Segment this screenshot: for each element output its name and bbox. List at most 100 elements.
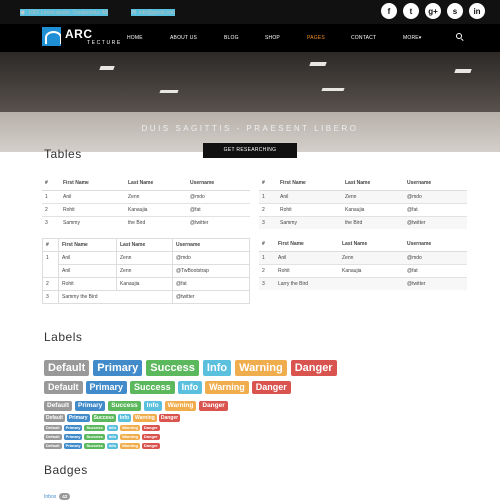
label-default: Default [44, 414, 65, 422]
main-navbar: ARC TECTURE HOME ABOUT US BLOG SHOP PAGE… [0, 24, 500, 52]
label-info: Info [106, 434, 119, 440]
label-info: Info [106, 425, 119, 431]
label-warning: Warning [205, 381, 249, 394]
ceiling-light [454, 69, 472, 73]
labels-heading: Labels [44, 330, 83, 344]
labels-row-4: Default Primary Success Info Warning Dan… [44, 414, 181, 422]
label-info: Info [202, 360, 232, 376]
label-warning: Warning [120, 434, 140, 440]
table-row: 3 Sammy the Bird @twitter [42, 215, 250, 229]
label-danger: Danger [141, 443, 160, 449]
ceiling-light [99, 66, 115, 70]
nav-home[interactable]: HOME [127, 35, 143, 41]
twitter-icon[interactable]: t [403, 3, 419, 19]
table-row: 2 Rohit Kanaujia @fat [42, 202, 250, 216]
email-info: ✉ info@gmail.com [131, 9, 175, 16]
nav-blog[interactable]: BLOG [224, 35, 239, 41]
labels-row-6: Default Primary Success Info Warning Dan… [44, 434, 160, 440]
label-primary: Primary [85, 381, 128, 394]
striped-table-bottom: # First Name Last Name Username 1 Anil Zen… [259, 238, 467, 290]
skype-icon[interactable]: s [447, 3, 463, 19]
facebook-icon[interactable]: f [381, 3, 397, 19]
address-text: 1067 Lorem ipsum, Consectetur, AB [28, 9, 109, 16]
envelope-icon: ✉ [131, 10, 137, 16]
table-row: 3 Larry the Bird @twitter [259, 276, 467, 290]
nav-shop[interactable]: SHOP [265, 35, 280, 41]
label-default: Default [44, 425, 62, 431]
top-bar: ◉ 1067 Lorem ipsum, Consectetur, AB ✉ in… [0, 0, 500, 24]
labels-row-1: Default Primary Success Info Warning Dan… [44, 360, 337, 376]
label-success: Success [84, 434, 105, 440]
label-success: Success [84, 425, 105, 431]
logo-text-main: ARC [65, 26, 93, 41]
label-default: Default [44, 434, 62, 440]
labels-row-7: Default Primary Success Info Warning Dan… [44, 443, 160, 449]
table-row: 1 Anil Zenn @mdo [42, 251, 250, 278]
label-danger: Danger [141, 425, 160, 431]
ceiling-light [309, 62, 327, 66]
nav-about-us[interactable]: ABOUT US [170, 35, 197, 41]
label-warning: Warning [133, 414, 157, 422]
social-links: f t g+ s in [381, 3, 485, 19]
label-success: Success [91, 414, 116, 422]
label-success: Success [130, 381, 175, 394]
address-info: ◉ 1067 Lorem ipsum, Consectetur, AB [20, 9, 109, 16]
labels-row-2: Default Primary Success Info Warning Dan… [44, 381, 291, 394]
nav-pages[interactable]: PAGES [307, 35, 325, 41]
search-icon[interactable] [456, 33, 464, 42]
tables-heading: Tables [44, 147, 82, 161]
bordered-table: # First Name Last Name Username 1 Anil Ze… [42, 238, 250, 304]
label-primary: Primary [75, 401, 106, 411]
table-row: 2 Rohit Kanaujia @fat [259, 263, 467, 277]
location-pin-icon: ◉ [20, 10, 26, 16]
label-danger: Danger [290, 360, 337, 376]
label-warning: Warning [235, 360, 287, 376]
label-primary: Primary [63, 443, 83, 449]
email-text: info@gmail.com [139, 9, 175, 16]
table-row: 2 Rohit Kanaujia @fat [259, 202, 467, 216]
table-row: 2 Rohit Kanaujia @fat [42, 277, 250, 291]
get-researching-button[interactable]: GET RESEARCHING [203, 143, 297, 158]
ceiling-light [159, 90, 179, 93]
label-default: Default [44, 443, 62, 449]
label-warning: Warning [120, 425, 140, 431]
label-danger: Danger [199, 401, 228, 411]
label-primary: Primary [66, 414, 90, 422]
label-danger: Danger [251, 381, 291, 394]
labels-row-5: Default Primary Success Info Warning Dan… [44, 425, 160, 431]
inbox-link[interactable]: Inbox [44, 494, 56, 500]
label-warning: Warning [164, 401, 197, 411]
basic-table: # First Name Last Name Username 1 Anil Zen… [42, 177, 250, 229]
label-danger: Danger [141, 434, 160, 440]
table-row: Anil Zenn @TwBootstrap [43, 264, 250, 278]
label-default: Default [44, 360, 90, 376]
labels-row-3: Default Primary Success Info Warning Dan… [44, 401, 228, 411]
linkedin-icon[interactable]: in [469, 3, 485, 19]
logo-text-sub: TECTURE [87, 39, 122, 46]
nav-contact[interactable]: CONTACT [351, 35, 376, 41]
nav-more[interactable]: MORE▾ [403, 35, 422, 41]
label-warning: Warning [120, 443, 140, 449]
ceiling-image [0, 52, 500, 114]
logo-mark-icon [42, 27, 61, 46]
label-info: Info [106, 443, 119, 449]
table-row: 3 Sammy the Bird @twitter [259, 215, 467, 229]
table-row: 1 Anil Zenn @mdo [259, 189, 467, 203]
ceiling-light [321, 88, 345, 91]
hero-banner: DUIS SAGITTIS - PRAESENT LIBERO [0, 52, 500, 152]
inbox-count-badge: 42 [59, 493, 71, 500]
badges-heading: Badges [44, 463, 88, 477]
label-success: Success [146, 360, 199, 376]
label-default: Default [44, 401, 73, 411]
label-primary: Primary [93, 360, 143, 376]
table-row: 1 Anil Zenn @mdo [259, 250, 467, 264]
label-success: Success [84, 443, 105, 449]
site-logo[interactable]: ARC TECTURE [42, 27, 122, 46]
badge-example: Inbox 42 [44, 493, 71, 500]
google-plus-icon[interactable]: g+ [425, 3, 441, 19]
label-success: Success [108, 401, 141, 411]
label-info: Info [143, 401, 162, 411]
hero-subtitle: DUIS SAGITTIS - PRAESENT LIBERO [141, 124, 359, 133]
table-row: 1 Anil Zenn @mdo [42, 189, 250, 203]
label-danger: Danger [158, 414, 181, 422]
